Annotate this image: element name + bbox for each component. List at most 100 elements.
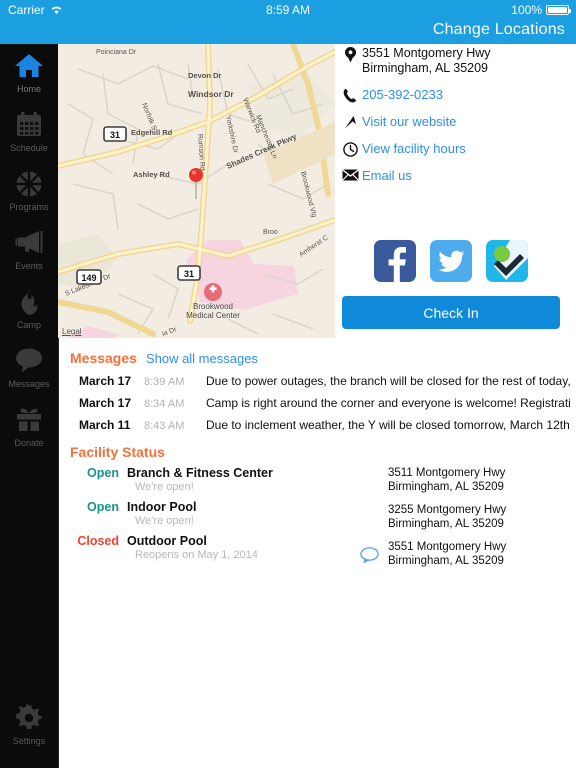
facility-name: Outdoor Pool — [127, 534, 207, 548]
contact-panel: 3551 Montgomery Hwy Birmingham, AL 35209… — [338, 46, 576, 194]
phone-icon — [338, 87, 362, 103]
gift-icon — [0, 406, 58, 436]
change-locations-button[interactable]: Change Locations — [433, 21, 565, 39]
sidebar-item-label: Camp — [16, 320, 41, 330]
battery-icon — [546, 5, 571, 15]
gear-icon — [0, 704, 58, 734]
message-time: 8:39 AM — [144, 376, 185, 388]
address-line-2: Birmingham, AL 35209 — [388, 518, 504, 530]
map-pin-icon — [338, 46, 362, 63]
clock-icon — [338, 141, 362, 157]
list-item[interactable]: Closed Outdoor Pool — [70, 534, 360, 548]
megaphone-icon — [0, 229, 58, 259]
svg-text:Ashley Rd: Ashley Rd — [133, 170, 170, 179]
sidebar-item-home[interactable]: Home — [0, 52, 58, 95]
address-row: 3551 Montgomery Hwy Birmingham, AL 35209 — [338, 46, 576, 76]
facility-status-body: Open Branch & Fitness Center We're open!… — [70, 466, 570, 577]
sidebar-item-messages[interactable]: Messages — [0, 347, 58, 390]
email-row[interactable]: Email us — [338, 168, 576, 183]
svg-text:149: 149 — [81, 273, 96, 283]
table-row[interactable]: March 17 8:34 AM Camp is right around th… — [70, 396, 570, 410]
phone-link[interactable]: 205-392-0233 — [362, 87, 443, 102]
facility-note: We're open! — [135, 481, 194, 493]
facebook-icon[interactable] — [374, 240, 416, 282]
status-badge: Closed — [77, 534, 119, 548]
social-links — [374, 240, 528, 282]
location-map[interactable]: Poinciana Dr Devon Dr Windsor Dr Norfolk… — [58, 44, 335, 338]
sidebar-item-label: Settings — [12, 736, 46, 746]
svg-text:Poinciana Dr: Poinciana Dr — [96, 49, 137, 56]
sidebar-item-label: Messages — [8, 379, 50, 389]
sidebar-item-events[interactable]: Events — [0, 229, 58, 272]
message-text: Due to power outages, the branch will be… — [206, 374, 570, 388]
sidebar-item-settings[interactable]: Settings — [0, 704, 58, 747]
sidebar-item-camp[interactable]: Camp — [0, 288, 58, 331]
messages-title: Messages — [70, 350, 137, 366]
facility-address: 3511 Montgomery Hwy Birmingham, AL 35209 — [360, 466, 570, 494]
sidebar-item-label: Schedule — [10, 143, 48, 153]
website-row[interactable]: Visit our website — [338, 114, 576, 130]
facility-status-section: Facility Status Open Branch & Fitness Ce… — [70, 444, 570, 577]
message-date: March 17 — [79, 396, 132, 410]
facility-address: 3551 Montgomery Hwy Birmingham, AL 35209 — [360, 540, 570, 568]
calendar-icon — [0, 111, 58, 141]
sidebar-item-label: Donate — [14, 438, 44, 448]
envelope-icon — [338, 168, 362, 181]
sidebar-item-label: Events — [15, 261, 43, 271]
website-link[interactable]: Visit our website — [362, 114, 456, 129]
messages-header: Messages Show all messages — [70, 350, 570, 366]
facility-status-title: Facility Status — [70, 444, 165, 460]
status-badge: Open — [87, 500, 119, 514]
facility-name: Indoor Pool — [127, 500, 197, 514]
address-line-1: 3551 Montgomery Hwy — [388, 541, 507, 553]
sidebar-item-schedule[interactable]: Schedule — [0, 111, 58, 154]
list-item[interactable]: Open Branch & Fitness Center — [70, 466, 360, 480]
messages-section: Messages Show all messages March 17 8:39… — [70, 350, 570, 432]
twitter-icon[interactable] — [430, 240, 472, 282]
phone-row[interactable]: 205-392-0233 — [338, 87, 576, 103]
table-row[interactable]: March 17 8:39 AM Due to power outages, t… — [70, 374, 570, 388]
hours-row[interactable]: View facility hours — [338, 141, 576, 157]
check-in-button[interactable]: Check In — [342, 296, 560, 329]
svg-text:Windsor Dr: Windsor Dr — [188, 89, 234, 99]
address-line-2: Birmingham, AL 35209 — [388, 555, 504, 567]
facility-note: Reopens on May 1, 2014 — [135, 549, 258, 561]
svg-text:31: 31 — [110, 130, 120, 140]
speech-bubble-icon — [0, 347, 58, 377]
map-graphic: Poinciana Dr Devon Dr Windsor Dr Norfolk… — [58, 44, 335, 338]
svg-text:Broo: Broo — [263, 229, 278, 236]
table-row[interactable]: March 11 8:43 AM Due to inclement weathe… — [70, 418, 570, 432]
message-text: Camp is right around the corner and ever… — [206, 396, 570, 410]
sidebar: Home Schedule Programs Events Camp Messa… — [0, 44, 59, 768]
address-line-1: 3511 Montgomery Hwy — [388, 467, 506, 479]
facility-name: Branch & Fitness Center — [127, 466, 273, 480]
facility-address: 3255 Montgomery Hwy Birmingham, AL 35209 — [360, 503, 570, 531]
message-date: March 17 — [79, 374, 132, 388]
address-text: 3551 Montgomery Hwy Birmingham, AL 35209 — [362, 46, 491, 76]
status-badge: Open — [87, 466, 119, 480]
svg-text:Medical Center: Medical Center — [186, 311, 240, 320]
svg-text:Brookwood: Brookwood — [193, 302, 233, 311]
sidebar-item-donate[interactable]: Donate — [0, 406, 58, 449]
show-all-messages-link[interactable]: Show all messages — [146, 351, 258, 366]
sidebar-item-programs[interactable]: Programs — [0, 170, 58, 213]
email-link[interactable]: Email us — [362, 168, 412, 183]
foursquare-icon[interactable] — [486, 240, 528, 282]
arrow-up-right-icon — [338, 114, 362, 130]
hours-link[interactable]: View facility hours — [362, 141, 466, 156]
status-bar-time: 8:59 AM — [265, 3, 311, 17]
sidebar-item-label: Home — [16, 84, 41, 94]
status-bar-right: 100% — [511, 3, 571, 17]
list-item[interactable]: Open Indoor Pool — [70, 500, 360, 514]
facility-note: We're open! — [135, 515, 194, 527]
speech-bubble-icon[interactable] — [360, 547, 379, 567]
facility-list: Open Branch & Fitness Center We're open!… — [70, 466, 360, 577]
home-icon — [0, 52, 58, 82]
message-time: 8:34 AM — [144, 398, 185, 410]
svg-text:Edgehill Rd: Edgehill Rd — [131, 128, 173, 137]
status-bar: Carrier 8:59 AM 100% — [0, 0, 576, 20]
svg-text:31: 31 — [184, 269, 194, 279]
message-date: March 11 — [79, 418, 131, 432]
map-legal-link[interactable]: Legal — [62, 327, 82, 336]
message-text: Due to inclement weather, the Y will be … — [206, 418, 570, 432]
